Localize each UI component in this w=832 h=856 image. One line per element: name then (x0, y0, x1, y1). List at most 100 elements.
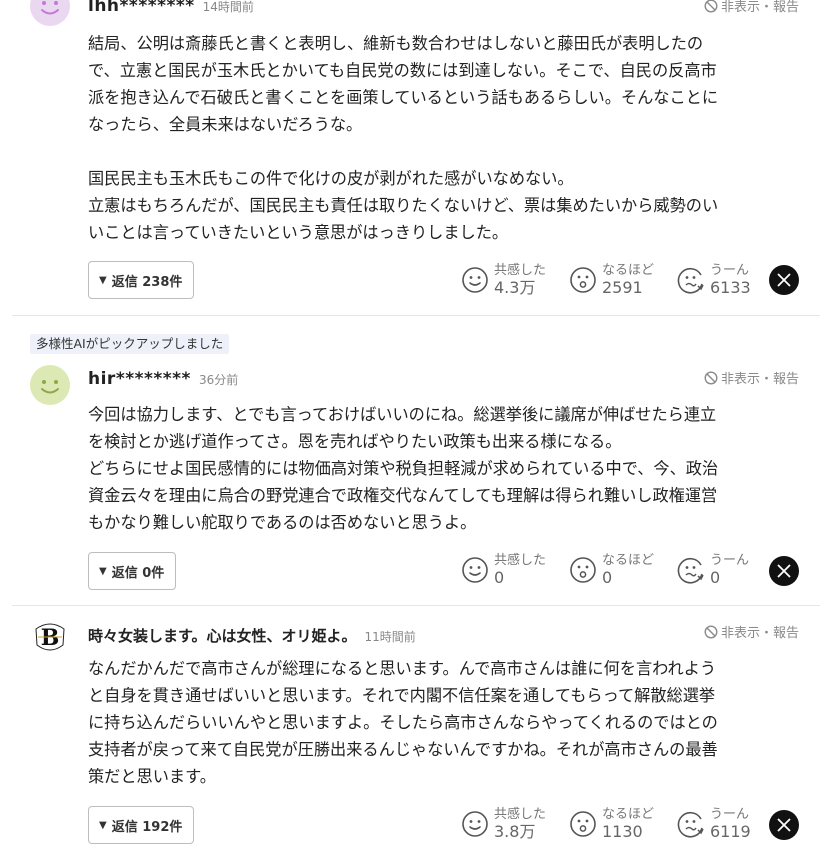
reaction-label: うーん (710, 263, 750, 278)
reply-count: 返信 238件 (111, 274, 183, 290)
avatar (30, 365, 70, 405)
smile-face-icon (462, 557, 488, 583)
reaction-label: なるほど (602, 553, 655, 568)
smile-face-icon (462, 267, 488, 293)
comment-line: いことは言っていきたいという意思がはっきりしました。 (88, 223, 509, 242)
surprised-face-icon (570, 267, 596, 293)
reaction-label: 共感した (494, 553, 547, 568)
smile-face-icon (462, 811, 488, 837)
x-logo-icon (777, 273, 791, 287)
comment-line: を検討とか逃げ道作ってさ。恩を売ればやりたい政策も出来る様になる。 (88, 432, 622, 451)
reaction-count: 6133 (710, 278, 751, 297)
reaction-label: 共感した (494, 263, 547, 278)
comment-line: なんだかんだで高市さんが総理になると思います。んで高市さんは誰に何を言われよう (88, 659, 717, 678)
comment-line: に持ち込んだらいいんやと思いますよ。そしたら高市さんならやってくれるのではとの (88, 713, 718, 732)
avatar: B (30, 617, 70, 657)
reaction-label: なるほど (602, 807, 655, 822)
comment-line: で、立憲と国民が玉木氏とかいても自民党の数には到達しない。そこで、自民の反高市 (88, 61, 717, 80)
reaction-count: 0 (602, 568, 613, 587)
comment-body: 今回は協力します、とでも言っておけばいいのにね。総選挙後に議席が伸ばせたら連立 … (88, 401, 794, 536)
comment-line: どちらにせよ国民感情的には物価高対策や税負担軽減が求められている中で、今、政治 (88, 459, 719, 478)
reaction-empathy[interactable]: 共感した 3.8万 (461, 807, 546, 842)
comment-line: なったら、全員未来はないだろうな。 (88, 115, 363, 134)
comment-body: 結局、公明は斎藤氏と書くと表明し、維新も数合わせはしないと藤田氏が表明したの で… (88, 30, 794, 246)
comment-header: hir******** 36分前 (88, 369, 238, 389)
avatar-face-icon (41, 1, 59, 15)
puzzled-face-icon (677, 558, 704, 584)
puzzled-face-icon (677, 268, 704, 294)
caret-down-icon: ▼ (99, 565, 107, 577)
svg-text:B: B (41, 625, 60, 651)
reaction-count: 3.8万 (494, 822, 536, 841)
comment-header: lhh******** 14時間前 (88, 0, 254, 16)
avatar (30, 0, 70, 26)
reaction-insight[interactable]: なるほど 0 (569, 553, 654, 588)
comment-divider (12, 605, 820, 606)
post-time: 11時間前 (364, 630, 416, 644)
reply-count: 返信 192件 (111, 819, 183, 835)
hide-report-link[interactable]: 非表示・報告 (704, 622, 799, 641)
comment-line: 立憲はもちろんだが、国民民主も責任は取りたくないけど、票は集めたいから威勢のい (88, 196, 719, 215)
x-logo-icon (777, 564, 791, 578)
comment-line: 結局、公明は斎藤氏と書くと表明し、維新も数合わせはしないと藤田氏が表明したの (88, 34, 704, 53)
reaction-count: 4.3万 (494, 278, 536, 297)
comment-line: 資金云々を理由に烏合の野党連合で政権交代なんてしても理解は得られ難いし政権運営 (88, 486, 718, 505)
x-logo-icon (777, 818, 791, 832)
comment-header: 時々女装します。心は女性、オリ姫よ。 11時間前 (88, 625, 416, 646)
paragraph-break (88, 138, 794, 165)
comment-line: 国民民主も玉木氏もこの件で化けの皮が剥がれた感がいなめない。 (88, 169, 574, 188)
share-x-button[interactable] (769, 265, 799, 295)
hide-report-link[interactable]: 非表示・報告 (704, 0, 799, 15)
surprised-face-icon (570, 811, 596, 837)
reaction-hmm[interactable]: うーん 6133 (677, 263, 751, 298)
comment-line: 今回は協力します、とでも言っておけばいいのにね。総選挙後に議席が伸ばせたら連立 (88, 405, 717, 424)
username[interactable]: hir******** (88, 369, 191, 389)
reaction-label: うーん (710, 553, 750, 568)
reaction-hmm[interactable]: うーん 6119 (677, 807, 751, 842)
ai-pickup-badge: 多様性AIがピックアップしました (30, 334, 230, 354)
comment-line: 支持者が戻って来て自民党が圧勝出来るんじゃないんですかね。それが高市さんの最善 (88, 740, 718, 759)
reaction-hmm[interactable]: うーん 0 (677, 553, 749, 588)
post-time: 14時間前 (202, 0, 254, 14)
comment-line: 策だと思います。 (88, 767, 216, 786)
hide-report-label: 非表示・報告 (720, 372, 799, 387)
comment-body: なんだかんだで高市さんが総理になると思います。んで高市さんは誰に何を言われよう … (88, 655, 794, 790)
reaction-count: 1130 (602, 822, 643, 841)
reaction-count: 6119 (710, 822, 751, 841)
reply-count: 返信 0件 (111, 565, 165, 581)
reply-toggle-button[interactable]: ▼ 返信 238件 (88, 261, 195, 299)
surprised-face-icon (570, 557, 596, 583)
caret-down-icon: ▼ (99, 819, 107, 831)
hide-report-link[interactable]: 非表示・報告 (704, 368, 799, 387)
reply-toggle-button[interactable]: ▼ 返信 192件 (88, 806, 195, 844)
prohibited-icon (704, 370, 718, 385)
reply-toggle-button[interactable]: ▼ 返信 0件 (88, 552, 177, 590)
username[interactable]: lhh******** (88, 0, 195, 16)
comment-divider (12, 315, 820, 316)
caret-down-icon: ▼ (99, 274, 107, 286)
share-x-button[interactable] (769, 810, 799, 840)
reaction-label: 共感した (494, 807, 547, 822)
username[interactable]: 時々女装します。心は女性、オリ姫よ。 (88, 625, 357, 646)
reaction-label: なるほど (602, 263, 655, 278)
puzzled-face-icon (677, 812, 704, 838)
prohibited-icon (704, 0, 718, 12)
avatar-face-icon (41, 380, 59, 394)
reaction-insight[interactable]: なるほど 2591 (569, 263, 654, 298)
reaction-empathy[interactable]: 共感した 0 (461, 553, 546, 588)
reaction-empathy[interactable]: 共感した 4.3万 (461, 263, 546, 298)
hide-report-label: 非表示・報告 (720, 626, 799, 641)
prohibited-icon (704, 624, 718, 639)
comment-line: もかなり難しい舵取りであるのは否めないと思うよ。 (88, 513, 477, 532)
reaction-count: 0 (710, 568, 721, 587)
reaction-count: 0 (494, 568, 505, 587)
post-time: 36分前 (198, 373, 239, 387)
reaction-count: 2591 (602, 278, 643, 297)
reaction-insight[interactable]: なるほど 1130 (569, 807, 654, 842)
team-logo-icon: B (35, 623, 65, 651)
share-x-button[interactable] (769, 556, 799, 586)
hide-report-label: 非表示・報告 (720, 0, 799, 15)
comment-line: と自身を貫き通せばいいと思います。それで内閣不信任案を通してもらって解散総選挙 (88, 686, 716, 705)
comment-line: 派を抱き込んで石破氏と書くことを画策しているという話もあるらしい。そんなことに (88, 88, 719, 107)
reaction-label: うーん (710, 807, 750, 822)
